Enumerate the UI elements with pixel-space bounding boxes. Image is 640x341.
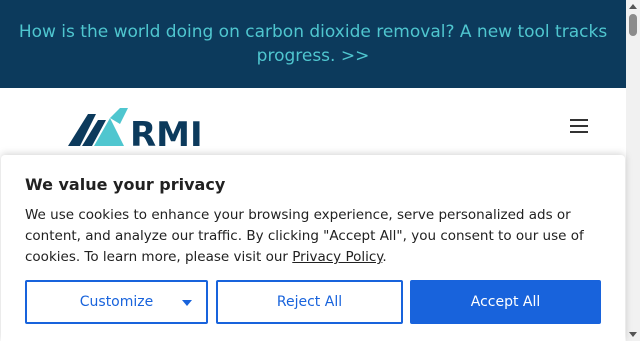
- scroll-thumb[interactable]: [629, 14, 637, 36]
- rmi-logo[interactable]: RMI: [68, 106, 228, 148]
- reject-all-button[interactable]: Reject All: [216, 280, 403, 324]
- reject-label: Reject All: [276, 294, 343, 310]
- customize-button[interactable]: Customize: [25, 280, 208, 324]
- consent-title: We value your privacy: [25, 175, 226, 194]
- hamburger-menu-icon[interactable]: [570, 119, 588, 133]
- logo-mark-teal-2: [110, 108, 128, 124]
- scroll-down-arrow-icon[interactable]: [629, 332, 637, 337]
- scroll-up-arrow-icon[interactable]: [629, 4, 637, 9]
- announcement-banner: How is the world doing on carbon dioxide…: [0, 0, 626, 88]
- customize-label: Customize: [79, 294, 154, 310]
- page-scrollbar[interactable]: [626, 0, 640, 341]
- chevron-down-icon: [182, 300, 192, 306]
- consent-body: We use cookies to enhance your browsing …: [25, 205, 605, 268]
- site-header: RMI: [0, 88, 626, 158]
- consent-body-end: .: [382, 249, 387, 265]
- logo-text: RMI: [130, 115, 203, 148]
- privacy-policy-link[interactable]: Privacy Policy: [292, 249, 382, 265]
- announcement-link[interactable]: How is the world doing on carbon dioxide…: [13, 20, 613, 68]
- accept-all-button[interactable]: Accept All: [410, 280, 601, 324]
- cookie-consent-dialog: We value your privacy We use cookies to …: [1, 155, 625, 341]
- accept-label: Accept All: [470, 294, 541, 310]
